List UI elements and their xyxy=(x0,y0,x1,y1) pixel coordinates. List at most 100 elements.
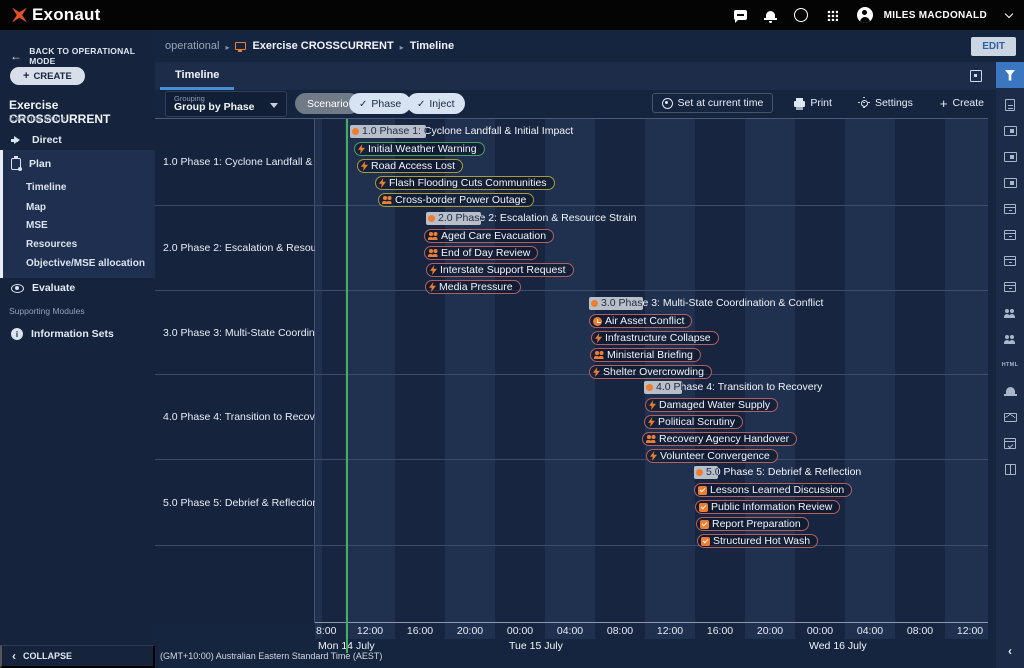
breadcrumb-exercise[interactable]: Exercise CROSSCURRENT xyxy=(252,40,393,52)
chat-icon[interactable] xyxy=(734,10,747,20)
fullscreen-icon[interactable] xyxy=(970,70,982,82)
sidebar-item-information-sets[interactable]: Information Sets xyxy=(0,324,155,344)
inject-item[interactable]: Recovery Agency Handover xyxy=(642,432,797,446)
inject-item[interactable]: Media Pressure xyxy=(425,280,521,294)
chip-inject[interactable]: Inject xyxy=(407,93,465,114)
phase-dot-icon xyxy=(591,300,598,307)
inject-item[interactable]: Initial Weather Warning xyxy=(354,142,485,156)
archive-tool-button[interactable] xyxy=(996,222,1024,248)
set-at-current-time-button[interactable]: Set at current time xyxy=(652,93,774,113)
right-icon-rail: HTML xyxy=(996,62,1024,668)
axis-tick: 12:00 xyxy=(657,625,683,637)
sidebar-item-plan[interactable]: Plan xyxy=(0,154,155,174)
inject-item[interactable]: Report Preparation xyxy=(696,517,809,531)
axis-ticks-row: 8:00 12:00 16:00 20:00 00:00 04:00 08:00… xyxy=(315,622,988,639)
clipboard-icon xyxy=(11,158,21,170)
inject-item[interactable]: Interstate Support Request xyxy=(426,263,574,277)
axis-tick: 00:00 xyxy=(807,625,833,637)
card-tool-button[interactable] xyxy=(996,170,1024,196)
mail-tool-button[interactable] xyxy=(996,404,1024,430)
axis-day-label: Wed 16 July xyxy=(809,640,867,652)
inject-item[interactable]: End of Day Review xyxy=(424,246,538,260)
sidebar-item-mse[interactable]: MSE xyxy=(0,216,155,234)
create-button[interactable]: CREATE xyxy=(10,67,85,85)
settings-button[interactable]: Settings xyxy=(853,96,919,110)
groups-tool-button[interactable] xyxy=(996,300,1024,326)
card-icon xyxy=(1004,178,1017,188)
axis-tick: 20:00 xyxy=(457,625,483,637)
gear-icon xyxy=(861,100,868,107)
row-label-column: 1.0 Phase 1: Cyclone Landfall & Initia..… xyxy=(155,119,315,623)
axis-tick: 20:00 xyxy=(757,625,783,637)
phase-dot-icon xyxy=(646,384,653,391)
archive-tool-button[interactable] xyxy=(996,248,1024,274)
inject-item[interactable]: Infrastructure Collapse xyxy=(591,331,719,345)
back-to-operational-mode-link[interactable]: BACK TO OPERATIONAL MODE xyxy=(10,46,155,66)
inject-item[interactable]: Damaged Water Supply xyxy=(645,398,778,412)
inject-item[interactable]: Flash Flooding Cuts Communities xyxy=(375,176,555,190)
sidebar-item-evaluate[interactable]: Evaluate xyxy=(0,278,155,298)
exonaut-logo: Exonaut xyxy=(12,5,100,25)
rail-collapse-button[interactable] xyxy=(996,640,1024,660)
filter-tool-button[interactable] xyxy=(996,62,1024,88)
notes-tool-button[interactable] xyxy=(996,92,1024,118)
row-label: 2.0 Phase 2: Escalation & Resource S... xyxy=(155,206,315,291)
bolt-icon xyxy=(595,333,602,343)
inject-item[interactable]: Cross-border Power Outage xyxy=(378,193,534,207)
inject-item[interactable]: Lessons Learned Discussion xyxy=(694,483,852,497)
group-icon xyxy=(646,435,656,443)
sidebar-item-direct[interactable]: Direct xyxy=(0,130,155,150)
axis-tick: 00:00 xyxy=(507,625,533,637)
print-button[interactable]: Print xyxy=(788,96,838,110)
tab-timeline[interactable]: Timeline xyxy=(160,62,234,90)
archive-tool-button[interactable] xyxy=(996,196,1024,222)
task-icon xyxy=(700,520,709,529)
notifications-bell-icon[interactable] xyxy=(766,11,775,20)
inject-item[interactable]: Political Scrutiny xyxy=(644,415,743,429)
create-inject-button[interactable]: Create xyxy=(934,95,990,112)
sidebar-item-map[interactable]: Map xyxy=(0,198,155,216)
inject-item[interactable]: Public Information Review xyxy=(695,500,840,514)
inject-item[interactable]: Volunteer Convergence xyxy=(646,449,778,463)
gantt-chart[interactable]: 1.0 Phase 1: Cyclone Landfall & Initial … xyxy=(315,119,988,623)
library-tool-button[interactable] xyxy=(996,456,1024,482)
axis-tick: 04:00 xyxy=(557,625,583,637)
bolt-icon xyxy=(361,161,368,171)
printer-icon xyxy=(794,101,805,107)
inject-item[interactable]: Ministerial Briefing xyxy=(590,348,701,362)
grouping-select[interactable]: Grouping Group by Phase xyxy=(165,91,287,117)
sidebar-item-objective-mse-allocation[interactable]: Objective/MSE allocation xyxy=(0,254,155,272)
edit-button[interactable]: EDIT xyxy=(971,37,1016,56)
phase-dot-icon xyxy=(352,128,359,135)
book-icon xyxy=(1005,464,1016,475)
chevron-down-icon[interactable] xyxy=(1005,9,1013,17)
collapse-button[interactable]: COLLAPSE xyxy=(0,645,155,668)
user-name[interactable]: MILES MACDONALD xyxy=(884,10,987,21)
apps-grid-icon[interactable] xyxy=(827,10,838,21)
breadcrumb-page[interactable]: Timeline xyxy=(410,40,454,52)
inject-item[interactable]: Shelter Overcrowding xyxy=(589,365,712,379)
card-tool-button[interactable] xyxy=(996,144,1024,170)
inject-item[interactable]: Structured Hot Wash xyxy=(697,534,818,548)
phase-dot-icon xyxy=(696,469,703,476)
html-tool-button[interactable]: HTML xyxy=(996,352,1024,378)
current-time-line xyxy=(346,119,348,623)
groups-tool-button[interactable] xyxy=(996,326,1024,352)
chip-phase[interactable]: Phase xyxy=(349,93,411,114)
sidebar-item-resources[interactable]: Resources xyxy=(0,235,155,253)
check-icon xyxy=(417,98,425,110)
avatar[interactable] xyxy=(857,7,873,23)
card-tool-button[interactable] xyxy=(996,118,1024,144)
inject-item[interactable]: Air Asset Conflict xyxy=(589,314,692,328)
sidebar-item-timeline[interactable]: Timeline xyxy=(0,178,155,196)
help-icon[interactable] xyxy=(794,8,808,22)
inject-item[interactable]: Road Access Lost xyxy=(357,159,463,173)
schedule-tool-button[interactable] xyxy=(996,430,1024,456)
breadcrumb-root[interactable]: operational xyxy=(165,40,219,52)
row-label: 3.0 Phase 3: Multi-State Coordination... xyxy=(155,291,315,375)
archive-box-icon xyxy=(1004,204,1016,214)
inject-item[interactable]: Aged Care Evacuation xyxy=(424,229,554,243)
archive-tool-button[interactable] xyxy=(996,274,1024,300)
alerts-tool-button[interactable] xyxy=(996,378,1024,404)
axis-tick: 04:00 xyxy=(857,625,883,637)
